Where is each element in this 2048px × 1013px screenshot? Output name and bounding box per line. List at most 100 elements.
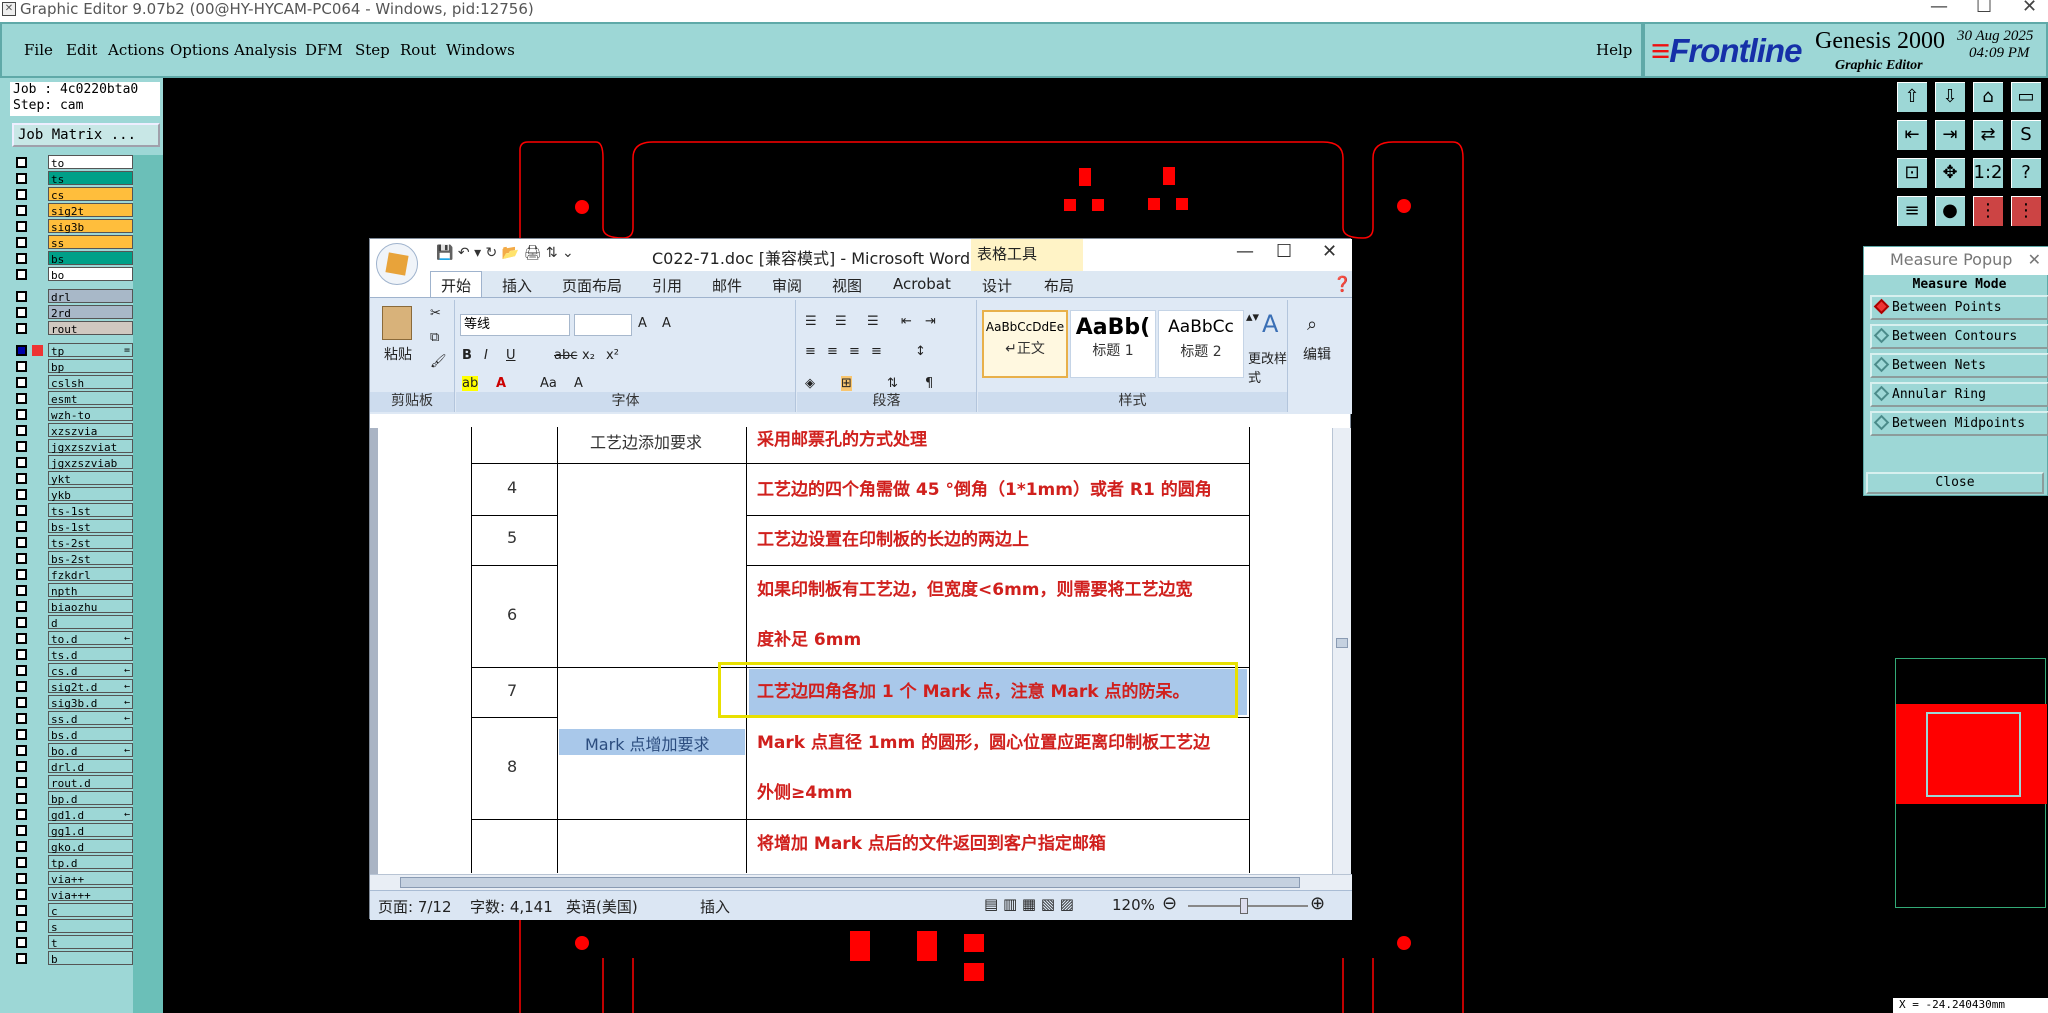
menu-help[interactable]: Help bbox=[1596, 41, 1632, 59]
layer-name[interactable]: bs.d bbox=[48, 727, 133, 742]
edit-button[interactable]: 编辑 bbox=[1303, 344, 1331, 364]
zoom-slider[interactable] bbox=[1188, 905, 1308, 907]
layer-name[interactable]: sig2t.d bbox=[48, 679, 133, 694]
help-icon[interactable]: ? bbox=[2009, 156, 2043, 190]
tab-review[interactable]: 审阅 bbox=[772, 275, 802, 296]
layer-name[interactable]: t bbox=[48, 935, 133, 950]
option-annular-ring[interactable]: Annular Ring bbox=[1870, 382, 2048, 407]
shading-icon[interactable]: ◈ bbox=[805, 376, 815, 391]
change-styles-button[interactable]: 更改样式 bbox=[1248, 348, 1287, 386]
style-heading-1[interactable]: AaBb(标题 1 bbox=[1070, 310, 1156, 378]
layer-name[interactable]: b bbox=[48, 951, 133, 966]
layer-name[interactable]: bs-2st bbox=[48, 551, 133, 566]
tab-design[interactable]: 设计 bbox=[982, 275, 1012, 296]
layer-name[interactable]: rout.d bbox=[48, 775, 133, 790]
layer-checkbox[interactable] bbox=[16, 457, 27, 468]
layer-row[interactable]: sig3b.d ← bbox=[10, 695, 133, 710]
layer-checkbox[interactable] bbox=[16, 361, 27, 372]
layer-row[interactable]: bo.d ← bbox=[10, 743, 133, 758]
menu-options[interactable]: Options bbox=[170, 41, 229, 59]
layer-name[interactable]: ts bbox=[48, 171, 133, 186]
tab-acrobat[interactable]: Acrobat bbox=[893, 275, 951, 293]
layer-row[interactable]: s bbox=[10, 919, 133, 934]
layer-checkbox[interactable] bbox=[16, 905, 27, 916]
layer-name[interactable]: cslsh bbox=[48, 375, 133, 390]
layer-name[interactable]: cs bbox=[48, 187, 133, 202]
paste-button[interactable]: 粘贴 bbox=[384, 344, 412, 364]
layer-name[interactable]: wzh-to bbox=[48, 407, 133, 422]
binoculars-icon[interactable]: ⌕ bbox=[1307, 314, 1317, 335]
borders-icon[interactable]: ⊞ bbox=[841, 376, 852, 391]
paste-icon[interactable] bbox=[382, 306, 412, 340]
tab-layout[interactable]: 布局 bbox=[1044, 275, 1074, 296]
layer-row[interactable]: d bbox=[10, 615, 133, 630]
layer-checkbox[interactable] bbox=[16, 157, 27, 168]
layer-name[interactable]: ss bbox=[48, 235, 133, 250]
layer-row[interactable]: bs-1st bbox=[10, 519, 133, 534]
menu-rout[interactable]: Rout bbox=[400, 41, 436, 59]
layer-checkbox[interactable] bbox=[16, 681, 27, 692]
layer-checkbox[interactable] bbox=[16, 761, 27, 772]
swap-icon[interactable]: ⇄ bbox=[1971, 118, 2005, 152]
layer-row[interactable]: ss.d ← bbox=[10, 711, 133, 726]
layer-row[interactable]: jgxzszviab bbox=[10, 455, 133, 470]
overview-viewport[interactable] bbox=[1926, 712, 2021, 797]
change-case-icon[interactable]: Aa bbox=[540, 376, 557, 391]
layer-checkbox[interactable] bbox=[16, 393, 27, 404]
layer-row[interactable]: esmt bbox=[10, 391, 133, 406]
scale-icon[interactable]: 1:2 bbox=[1971, 156, 2005, 190]
layer-checkbox[interactable] bbox=[16, 713, 27, 724]
layer-checkbox[interactable] bbox=[16, 889, 27, 900]
styles-scroll-icon[interactable]: ▴▾ bbox=[1246, 310, 1259, 325]
layer-row[interactable]: ts.d bbox=[10, 647, 133, 662]
ruler-icon[interactable]: ≡ bbox=[1895, 194, 1929, 228]
italic-icon[interactable]: I bbox=[484, 348, 488, 363]
measure-icon[interactable]: ●— bbox=[1933, 194, 1967, 251]
overview-board[interactable] bbox=[1896, 704, 2047, 804]
layer-row[interactable]: t bbox=[10, 935, 133, 950]
minimize-icon[interactable]: — bbox=[1236, 241, 1254, 262]
cut-icon[interactable]: ✂ bbox=[430, 306, 441, 321]
layer-row[interactable]: sig2t bbox=[10, 203, 133, 218]
layer-name[interactable]: bo.d bbox=[48, 743, 133, 758]
layer-name[interactable]: fzkdrl bbox=[48, 567, 133, 582]
layer-row[interactable]: b bbox=[10, 951, 133, 966]
layer-name[interactable]: to.d bbox=[48, 631, 133, 646]
layer-row[interactable]: tp.d bbox=[10, 855, 133, 870]
quick-access-toolbar[interactable]: 💾 ↶ ▾ ↻ 📂 🖨 ⇅ ⌄ bbox=[436, 245, 574, 261]
font-size-select[interactable] bbox=[574, 314, 632, 336]
layer-row[interactable]: cs.d ← bbox=[10, 663, 133, 678]
layer-name[interactable]: ts-2st bbox=[48, 535, 133, 550]
layer-checkbox[interactable] bbox=[16, 205, 27, 216]
layer-row[interactable]: npth bbox=[10, 583, 133, 598]
layer-name[interactable]: bo bbox=[48, 267, 133, 282]
layer-row[interactable]: cs bbox=[10, 187, 133, 202]
layer-name[interactable]: via++ bbox=[48, 871, 133, 886]
tab-view[interactable]: 视图 bbox=[832, 275, 862, 296]
layer-checkbox[interactable] bbox=[16, 793, 27, 804]
layer-name[interactable]: d bbox=[48, 615, 133, 630]
align-center-icon[interactable]: ≡ bbox=[827, 344, 838, 359]
layer-checkbox[interactable] bbox=[16, 745, 27, 756]
layer-row[interactable]: sig2t.d ← bbox=[10, 679, 133, 694]
clear-format-icon[interactable]: A bbox=[662, 316, 671, 331]
zoom-level[interactable]: 120% bbox=[1112, 896, 1155, 914]
layer-checkbox[interactable] bbox=[16, 729, 27, 740]
layer-checkbox[interactable] bbox=[16, 291, 27, 302]
layer-name[interactable]: via+++ bbox=[48, 887, 133, 902]
layer-name[interactable]: ts-1st bbox=[48, 503, 133, 518]
close-icon[interactable]: ✕ bbox=[2028, 247, 2041, 273]
layer-checkbox[interactable] bbox=[16, 377, 27, 388]
layer-row[interactable]: wzh-to bbox=[10, 407, 133, 422]
highlight-icon[interactable]: ab bbox=[462, 376, 479, 391]
layer-checkbox[interactable] bbox=[16, 585, 27, 596]
layer-name[interactable]: cs.d bbox=[48, 663, 133, 678]
layer-checkbox[interactable] bbox=[16, 521, 27, 532]
show-marks-icon[interactable]: ¶ bbox=[925, 376, 933, 391]
minimize-icon[interactable]: — bbox=[1930, 0, 1948, 16]
multilevel-icon[interactable]: ☰ bbox=[867, 314, 879, 329]
layer-checkbox[interactable] bbox=[16, 953, 27, 964]
layer-name[interactable]: xzszvia bbox=[48, 423, 133, 438]
layer-row[interactable]: ss bbox=[10, 235, 133, 250]
layer-name[interactable]: sig2t bbox=[48, 203, 133, 218]
